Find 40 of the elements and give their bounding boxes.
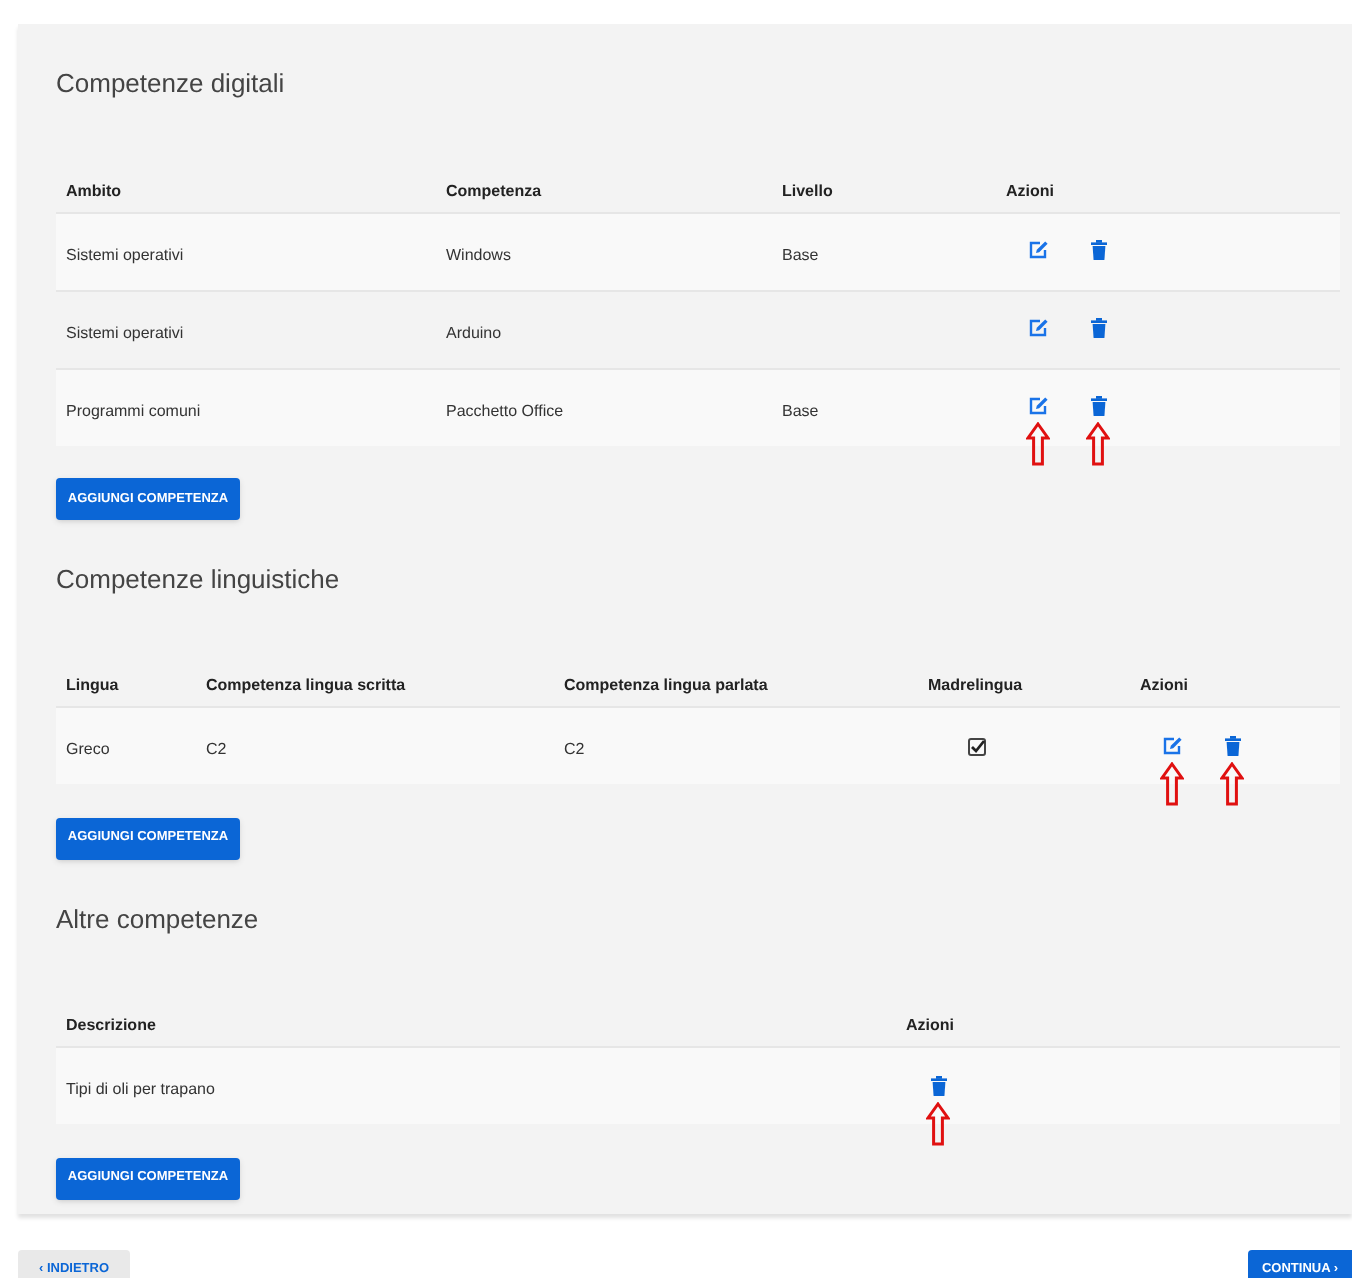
column-header: Competenza xyxy=(446,181,542,199)
section-title: Altre competenze xyxy=(56,901,261,938)
table-cell: Pacchetto Office xyxy=(446,401,564,419)
table-cell: C2 xyxy=(564,740,585,759)
edit-icon[interactable] xyxy=(1027,240,1049,260)
column-header: Descrizione xyxy=(66,1016,156,1035)
delete-icon[interactable] xyxy=(1089,240,1107,260)
edit-icon[interactable] xyxy=(1027,396,1049,416)
up-arrow-icon xyxy=(1026,422,1050,466)
edit-icon[interactable] xyxy=(1161,735,1183,756)
column-header: Competenza lingua scritta xyxy=(206,676,406,695)
up-arrow-icon xyxy=(1086,422,1110,466)
up-arrow-icon xyxy=(1220,761,1244,806)
column-header: Azioni xyxy=(1140,676,1188,695)
table-cell: Programmi comuni xyxy=(66,401,201,419)
table-cell: Greco xyxy=(66,740,110,759)
section-title: Competenze digitali xyxy=(56,66,287,102)
table-cell: Windows xyxy=(446,245,511,263)
column-header: Ambito xyxy=(66,181,122,199)
delete-icon[interactable] xyxy=(929,1075,947,1096)
column-header: Azioni xyxy=(906,1016,954,1035)
column-header: Madrelingua xyxy=(928,676,1023,695)
edit-icon[interactable] xyxy=(1027,318,1049,338)
delete-icon[interactable] xyxy=(1223,735,1241,756)
table-cell: Sistemi operativi xyxy=(66,245,184,263)
table-cell: C2 xyxy=(206,740,227,759)
up-arrow-icon xyxy=(1160,761,1184,806)
column-header: Lingua xyxy=(66,676,119,695)
table-cell: Base xyxy=(782,401,819,419)
column-header: Competenza lingua parlata xyxy=(564,676,768,695)
table-cell: Tipi di oli per trapano xyxy=(66,1080,215,1099)
column-header: Livello xyxy=(782,181,833,199)
column-header: Azioni xyxy=(1006,181,1054,199)
delete-icon[interactable] xyxy=(1089,396,1107,416)
table-cell: Sistemi operativi xyxy=(66,323,184,341)
delete-icon[interactable] xyxy=(1089,318,1107,338)
section-title: Competenze linguistiche xyxy=(56,561,342,598)
table-cell: Arduino xyxy=(446,323,502,341)
table-cell: Base xyxy=(782,245,819,263)
up-arrow-icon xyxy=(926,1101,950,1146)
